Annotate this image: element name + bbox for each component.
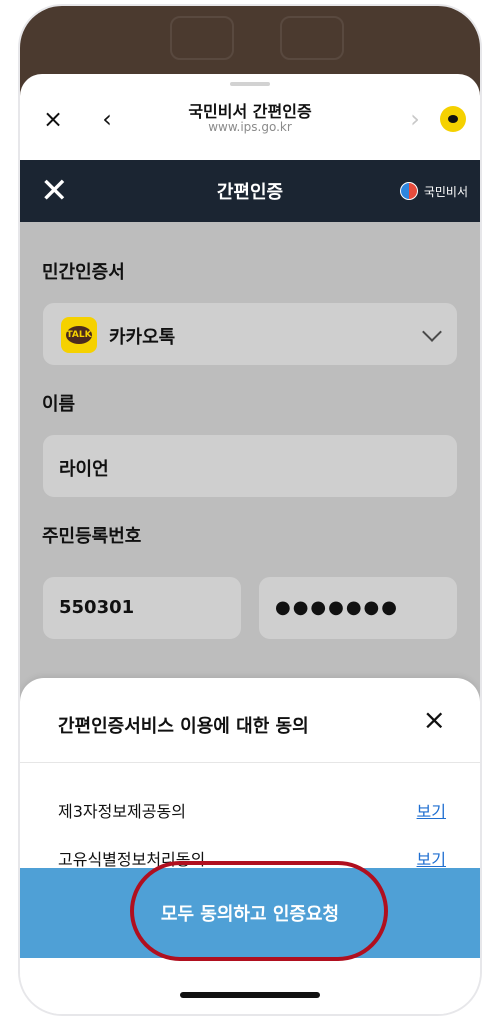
service-header: ✕ 간편인증 국민비서 [20, 160, 480, 222]
cert-select-value: 카카오톡 [109, 327, 176, 348]
rrn-back-field[interactable]: ●●●●●●● [258, 576, 458, 640]
background-shape [280, 16, 344, 60]
highlight-ring [130, 861, 388, 961]
consent-view-link[interactable]: 보기 [417, 798, 446, 822]
name-value: 라이언 [59, 459, 109, 480]
cert-select[interactable]: TALK 카카오톡 [42, 302, 458, 366]
rrn-back-value: ●●●●●●● [275, 597, 399, 618]
in-app-browser-sheet: × ‹ 국민비서 간편인증 www.ips.go.kr › ✕ 간편인증 국민비… [20, 74, 480, 1014]
sheet-handle[interactable] [230, 82, 270, 86]
phone-frame: × ‹ 국민비서 간편인증 www.ips.go.kr › ✕ 간편인증 국민비… [18, 4, 482, 1016]
brand-text: 국민비서 [423, 184, 468, 199]
agree-and-request-button[interactable]: 모두 동의하고 인증요청 [20, 861, 480, 961]
rrn-inputs: 550301 ●●●●●●● [42, 576, 458, 640]
talk-bubble-icon: TALK [66, 326, 92, 344]
brand: 국민비서 [399, 182, 468, 200]
name-label: 이름 [42, 394, 76, 415]
consent-item-text: 제3자정보제공동의 [58, 802, 186, 821]
consent-view-link[interactable]: 보기 [417, 846, 446, 870]
chat-bubble-icon [448, 115, 458, 123]
browser-toolbar: × ‹ 국민비서 간편인증 www.ips.go.kr › [20, 96, 480, 142]
cert-label: 민간인증서 [42, 262, 125, 283]
consent-item-1: 제3자정보제공동의 보기 [58, 796, 446, 824]
name-field[interactable]: 라이언 [42, 434, 458, 498]
browser-forward-icon[interactable]: › [402, 105, 428, 133]
background-shape [170, 16, 234, 60]
rrn-label: 주민등록번호 [42, 526, 142, 547]
consent-title: 간편인증서비스 이용에 대한 동의 [58, 716, 309, 737]
rrn-front-value: 550301 [59, 597, 135, 618]
consent-bottom-sheet: 간편인증서비스 이용에 대한 동의 × 제3자정보제공동의 보기 고유식별정보처… [20, 678, 480, 1014]
kakao-chat-icon[interactable] [440, 106, 466, 132]
brand-logo-icon [399, 182, 418, 200]
kakao-talk-icon: TALK [61, 317, 97, 353]
chevron-down-icon[interactable] [423, 323, 441, 341]
home-indicator [180, 992, 320, 998]
divider [20, 762, 480, 763]
consent-close-icon[interactable]: × [423, 706, 446, 734]
rrn-front-field[interactable]: 550301 [42, 576, 242, 640]
